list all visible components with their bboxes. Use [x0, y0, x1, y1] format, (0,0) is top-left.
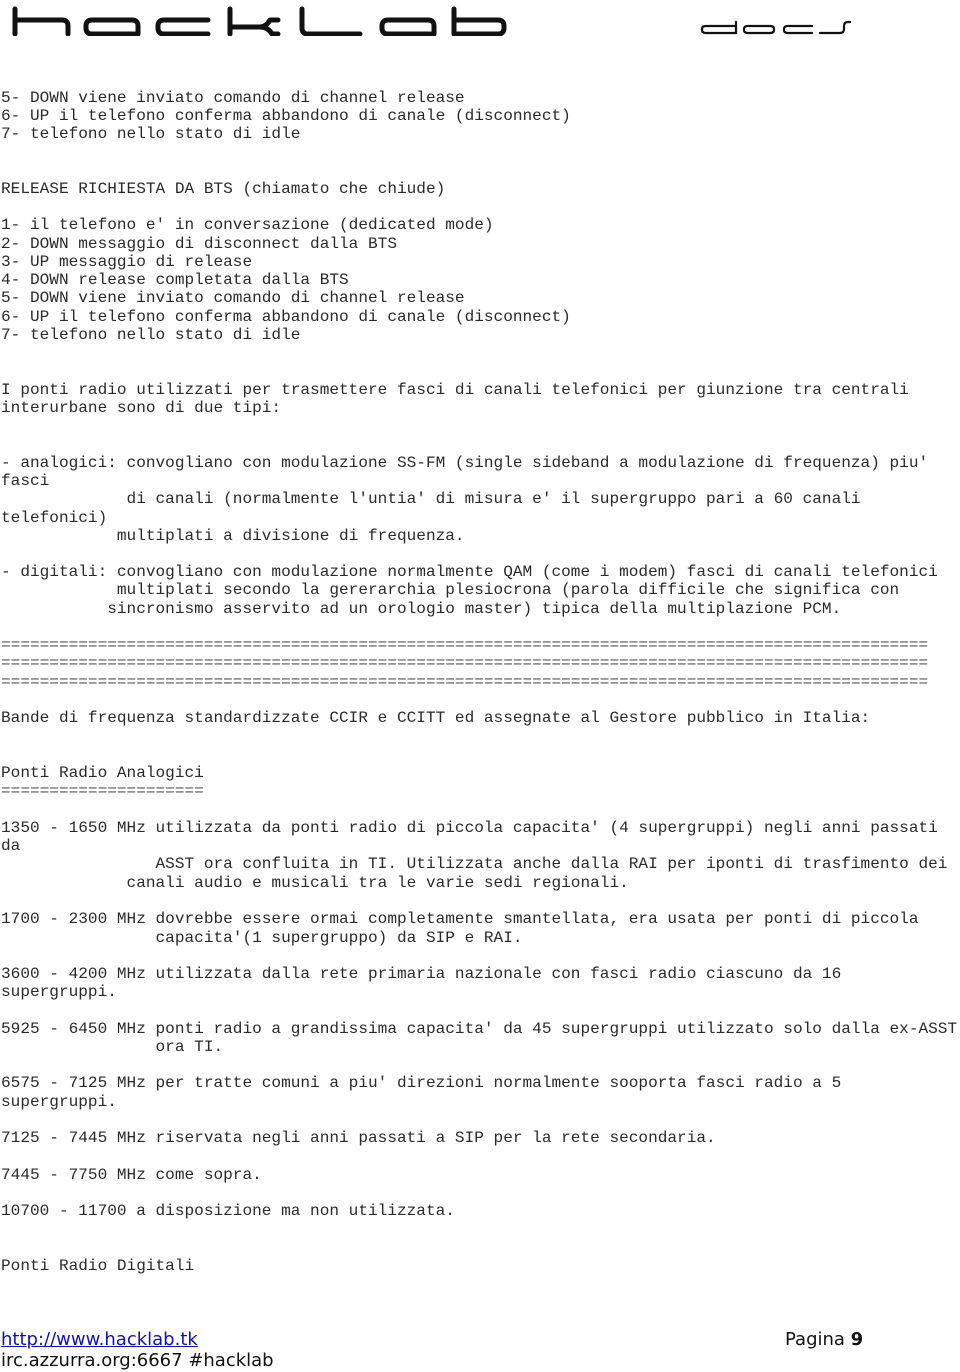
- page-number-value: 9: [850, 1329, 864, 1350]
- text-line: telefonici): [1, 509, 108, 527]
- text-line: 3600 - 4200 MHz utilizzata dalla rete pr…: [1, 965, 842, 983]
- website-link[interactable]: http://www.hacklab.tk: [1, 1329, 198, 1351]
- text-line: multiplati secondo la gererarchia plesio…: [1, 581, 900, 599]
- section-heading: Ponti Radio Analogici: [1, 764, 204, 782]
- text-line: supergruppi.: [1, 983, 117, 1001]
- text-line: 5925 - 6450 MHz ponti radio a grandissim…: [1, 1020, 958, 1038]
- text-line: Bande di frequenza standardizzate CCIR e…: [1, 709, 871, 727]
- text-line: canali audio e musicali tra le varie sed…: [1, 874, 629, 892]
- text-line: di canali (normalmente l'untia' di misur…: [1, 490, 861, 508]
- text-line: I ponti radio utilizzati per trasmettere…: [1, 381, 909, 399]
- text-line: interurbane sono di due tipi:: [1, 399, 282, 417]
- page-header: hacklab docs: [0, 0, 960, 60]
- text-line: ora TI.: [1, 1038, 224, 1056]
- text-line: 3- UP messaggio di release: [1, 253, 253, 271]
- text-line: fasci: [1, 472, 50, 490]
- docs-logo: docs: [700, 20, 852, 35]
- hacklab-logo: hacklab: [12, 6, 507, 36]
- text-line: - analogici: convogliano con modulazione…: [1, 454, 929, 472]
- text-line: 1- il telefono e' in conversazione (dedi…: [1, 216, 494, 234]
- text-line: 6- UP il telefono conferma abbandono di …: [1, 308, 571, 326]
- separator-line: ========================================…: [1, 636, 929, 654]
- page-number: Pagina 9: [785, 1329, 863, 1351]
- section-heading: Ponti Radio Digitali: [1, 1257, 195, 1275]
- text-line: 4- DOWN release completata dalla BTS: [1, 271, 349, 289]
- text-line: 6575 - 7125 MHz per tratte comuni a piu'…: [1, 1074, 842, 1092]
- text-line: 5- DOWN viene inviato comando di channel…: [1, 89, 465, 107]
- text-line: 10700 - 11700 a disposizione ma non util…: [1, 1202, 455, 1220]
- separator-line: ========================================…: [1, 673, 929, 691]
- text-line: multiplati a divisione di frequenza.: [1, 527, 465, 545]
- page-label: Pagina: [785, 1329, 851, 1350]
- text-line: da: [1, 837, 21, 855]
- text-line: - digitali: convogliano con modulazione …: [1, 563, 938, 581]
- text-line: supergruppi.: [1, 1093, 117, 1111]
- text-line: 7445 - 7750 MHz come sopra.: [1, 1166, 262, 1184]
- text-line: 5- DOWN viene inviato comando di channel…: [1, 289, 465, 307]
- heading-underline: =====================: [1, 782, 204, 800]
- text-line: sincronismo asservito ad un orologio mas…: [1, 600, 842, 618]
- text-line: 7- telefono nello stato di idle: [1, 326, 301, 344]
- text-line: capacita'(1 supergruppo) da SIP e RAI.: [1, 929, 523, 947]
- section-heading: RELEASE RICHIESTA DA BTS (chiamato che c…: [1, 180, 446, 198]
- text-line: 2- DOWN messaggio di disconnect dalla BT…: [1, 235, 397, 253]
- text-line: 1700 - 2300 MHz dovrebbe essere ormai co…: [1, 910, 919, 928]
- text-line: 7- telefono nello stato di idle: [1, 125, 301, 143]
- text-line: 7125 - 7445 MHz riservata negli anni pas…: [1, 1129, 716, 1147]
- text-line: 1350 - 1650 MHz utilizzata da ponti radi…: [1, 819, 938, 837]
- separator-line: ========================================…: [1, 654, 929, 672]
- irc-channel: irc.azzurra.org:6667 #hacklab: [1, 1350, 274, 1371]
- text-line: 6- UP il telefono conferma abbandono di …: [1, 107, 571, 125]
- text-line: ASST ora confluita in TI. Utilizzata anc…: [1, 855, 948, 873]
